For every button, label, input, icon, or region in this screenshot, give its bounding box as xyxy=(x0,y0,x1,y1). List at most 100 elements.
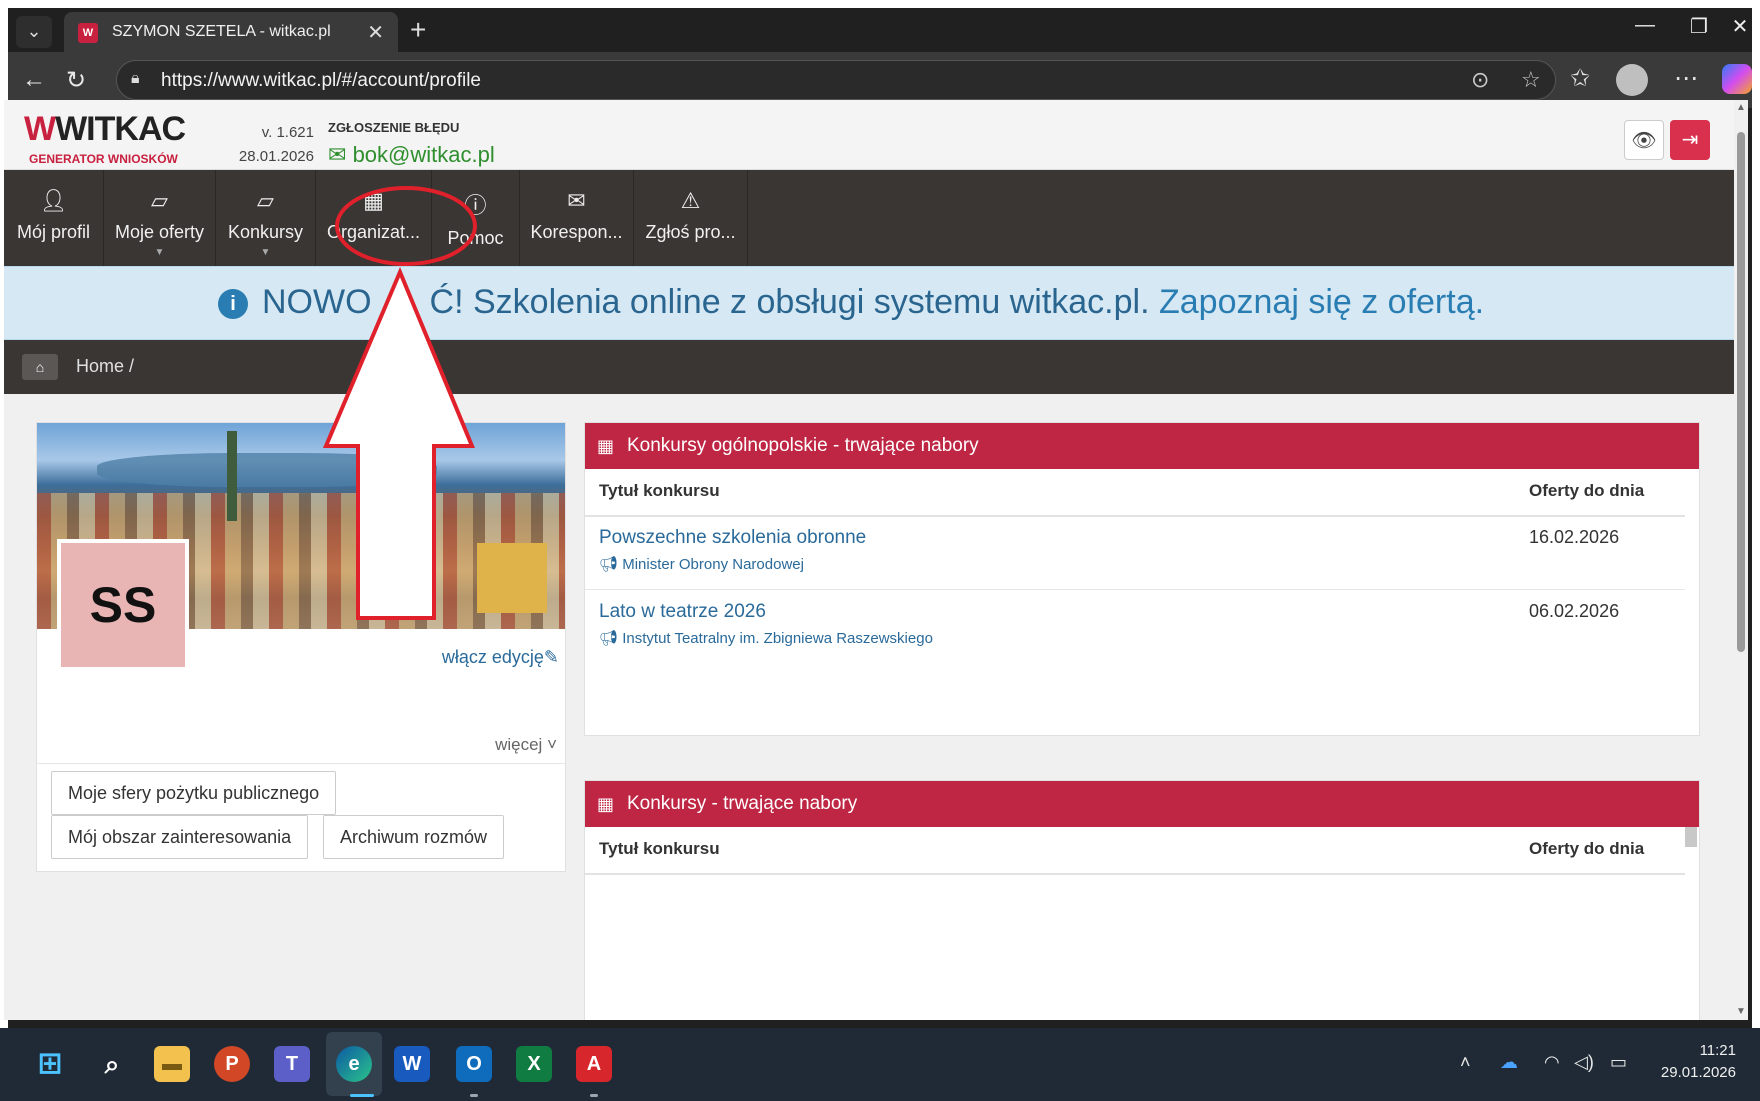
megaphone-icon: 📢︎ xyxy=(599,630,623,647)
favorite-star-icon[interactable]: ☆ xyxy=(1521,67,1541,93)
interest-area-button[interactable]: Mój obszar zainteresowania xyxy=(51,815,309,859)
breadcrumb-home[interactable]: Home / xyxy=(76,356,134,377)
announcement-text: NOWO Ć! Szkolenia online z obsługi system… xyxy=(262,283,1485,321)
nav-competitions[interactable]: ▱ Konkursy ▼ xyxy=(216,170,316,266)
edit-icon: ✎ xyxy=(543,647,559,667)
profile-card: SS włącz edycję✎ więcej ˅ Moje sfery poż… xyxy=(36,422,566,872)
tab-title: SZYMON SZETELA - witkac.pl xyxy=(112,23,331,40)
windows-start-icon[interactable]: ⊞ xyxy=(32,1046,68,1082)
chat-archive-button[interactable]: Archiwum rozmów xyxy=(323,815,505,859)
column-header-title: Tytuł konkursu xyxy=(599,839,720,858)
system-clock[interactable]: 11:21 29.01.2026 xyxy=(1656,1040,1736,1084)
address-bar[interactable]: 🔒︎ https://www.witkac.pl/#/account/profi… xyxy=(116,60,1556,100)
announcement-link[interactable]: Zapoznaj się z ofertą. xyxy=(1159,283,1484,321)
envelope-icon: ✉ xyxy=(567,188,586,213)
close-window-icon[interactable]: ✕ xyxy=(1728,14,1752,39)
envelope-icon: ✉ xyxy=(328,142,347,167)
panel-header: ▦ Konkursy - trwające nabory xyxy=(585,781,1699,827)
excel-icon[interactable]: X xyxy=(516,1046,552,1082)
word-icon[interactable]: W xyxy=(394,1046,430,1082)
powerpoint-icon[interactable]: P xyxy=(214,1046,250,1082)
outlook-icon[interactable]: O xyxy=(456,1046,492,1082)
competition-deadline: 16.02.2026 xyxy=(1529,527,1620,547)
browser-profile-avatar[interactable] xyxy=(1616,64,1648,96)
favorites-list-icon[interactable]: ✩ xyxy=(1570,64,1590,93)
nav-my-profile[interactable]: 👤︎ Mój profil xyxy=(4,170,104,266)
main-navbar: 👤︎ Mój profil ▱ Moje oferty ▼ ▱ Konkursy… xyxy=(4,170,1734,266)
nav-correspondence[interactable]: ✉ Korespon... xyxy=(520,170,634,266)
favicon-icon: W xyxy=(78,23,98,43)
dropdown-caret-icon: ▼ xyxy=(154,247,165,258)
tray-chevron-up-icon[interactable]: ˄ xyxy=(1460,1052,1471,1073)
battery-icon[interactable]: ▭ xyxy=(1610,1052,1627,1073)
browser-tab[interactable]: W SZYMON SZETELA - witkac.pl ✕ xyxy=(64,12,398,52)
nav-my-offers[interactable]: ▱ Moje oferty ▼ xyxy=(104,170,216,266)
onedrive-cloud-icon[interactable]: ☁ xyxy=(1500,1052,1518,1073)
more-toggle[interactable]: więcej ˅ xyxy=(495,735,557,755)
enable-edit-link[interactable]: włącz edycję✎ xyxy=(442,647,559,668)
more-menu-icon[interactable]: ⋯ xyxy=(1674,64,1698,93)
nav-help[interactable]: ⓘ Pomoc xyxy=(432,170,520,266)
public-benefit-spheres-button[interactable]: Moje sfery pożytku publicznego xyxy=(51,771,337,815)
dropdown-caret-icon: ▼ xyxy=(260,247,271,258)
url-text[interactable]: https://www.witkac.pl/#/account/profile xyxy=(161,70,481,92)
table-icon: ▦ xyxy=(597,436,615,456)
info-icon: ⓘ xyxy=(464,193,487,218)
nav-organizers[interactable]: ▦ Organizat... xyxy=(316,170,432,266)
competition-title-link[interactable]: Powszechne szkolenia obronne xyxy=(599,527,866,549)
home-icon[interactable]: ⌂ xyxy=(22,354,58,380)
competition-organizer[interactable]: 📢︎ Minister Obrony Narodowej xyxy=(599,555,804,573)
preview-eye-button[interactable]: 👁︎ xyxy=(1624,120,1664,160)
building-icon: ▦ xyxy=(363,188,384,213)
refresh-icon[interactable]: ↻ xyxy=(66,66,86,95)
file-explorer-icon[interactable]: ▬ xyxy=(154,1046,190,1082)
copilot-icon[interactable] xyxy=(1722,64,1752,94)
reading-view-icon[interactable]: ⊙ xyxy=(1471,67,1489,93)
version-date: 28.01.2026 xyxy=(238,148,314,165)
witkac-logo[interactable]: WWITKAC xyxy=(24,110,186,149)
column-header-deadline: Oferty do dnia xyxy=(1529,481,1645,500)
web-page: WWITKAC GENERATOR WNIOSKÓW v. 1.621 28.0… xyxy=(4,100,1734,1020)
info-icon: i xyxy=(218,289,248,319)
search-icon[interactable]: ⌕ xyxy=(94,1046,130,1082)
book-icon: ▱ xyxy=(257,188,274,213)
nav-report-problem[interactable]: ⚠ Zgłoś pro... xyxy=(634,170,748,266)
volume-icon[interactable]: ◁) xyxy=(1574,1052,1594,1073)
competition-deadline: 06.02.2026 xyxy=(1529,601,1620,621)
chevron-down-icon: ˅ xyxy=(547,735,557,754)
avatar: SS xyxy=(57,539,189,671)
windows-taskbar: ⊞ ⌕ ▬ P T e W O X A ˄ ☁ ◠ ◁) ▭ 11:21 29.… xyxy=(0,1028,1760,1101)
book-icon: ▱ xyxy=(151,188,168,213)
megaphone-icon: 📢︎ xyxy=(599,556,623,573)
new-tab-plus-icon[interactable]: + xyxy=(410,14,426,46)
restore-icon[interactable]: ❐ xyxy=(1674,14,1724,39)
app-version: v. 1.621 xyxy=(261,124,314,141)
user-icon: 👤︎ xyxy=(39,188,68,213)
competitions-panel: ▦ Konkursy - trwające nabory Tytuł konku… xyxy=(584,780,1700,1020)
edge-browser-icon[interactable]: e xyxy=(336,1046,372,1082)
competition-organizer[interactable]: 📢︎ Instytut Teatralny im. Zbigniewa Rasz… xyxy=(599,629,933,647)
logo-subtitle: GENERATOR WNIOSKÓW xyxy=(29,152,178,166)
table-icon: ▦ xyxy=(597,794,615,814)
column-header-deadline: Oferty do dnia xyxy=(1529,839,1645,858)
tab-actions-chevron-icon[interactable]: ⌄ xyxy=(16,16,52,48)
column-header-title: Tytuł konkursu xyxy=(599,481,720,500)
bug-report-email[interactable]: ✉ bok@witkac.pl xyxy=(328,142,495,168)
site-header: WWITKAC GENERATOR WNIOSKÓW v. 1.621 28.0… xyxy=(4,100,1734,170)
teams-icon[interactable]: T xyxy=(274,1046,310,1082)
warning-icon: ⚠ xyxy=(680,188,701,213)
page-scrollbar[interactable]: ▲ ▼ xyxy=(1734,100,1748,1020)
inner-scrollbar-thumb[interactable] xyxy=(1685,827,1697,847)
minimize-icon[interactable]: — xyxy=(1620,14,1670,37)
lock-icon[interactable]: 🔒︎ xyxy=(131,70,140,88)
panel-header: ▦ Konkursy ogólnopolskie - trwające nabo… xyxy=(585,423,1699,469)
back-arrow-icon[interactable]: ← xyxy=(22,66,46,94)
wifi-icon[interactable]: ◠ xyxy=(1544,1052,1560,1073)
national-competitions-panel: ▦ Konkursy ogólnopolskie - trwające nabo… xyxy=(584,422,1700,736)
tab-close-icon[interactable]: ✕ xyxy=(367,20,384,45)
competition-title-link[interactable]: Lato w teatrze 2026 xyxy=(599,601,766,623)
announcement-banner: i NOWO Ć! Szkolenia online z obsługi syst… xyxy=(4,266,1734,340)
logout-button[interactable]: ⇥ xyxy=(1670,120,1710,160)
bug-report-label: ZGŁOSZENIE BŁĘDU xyxy=(328,120,460,135)
acrobat-icon[interactable]: A xyxy=(576,1046,612,1082)
